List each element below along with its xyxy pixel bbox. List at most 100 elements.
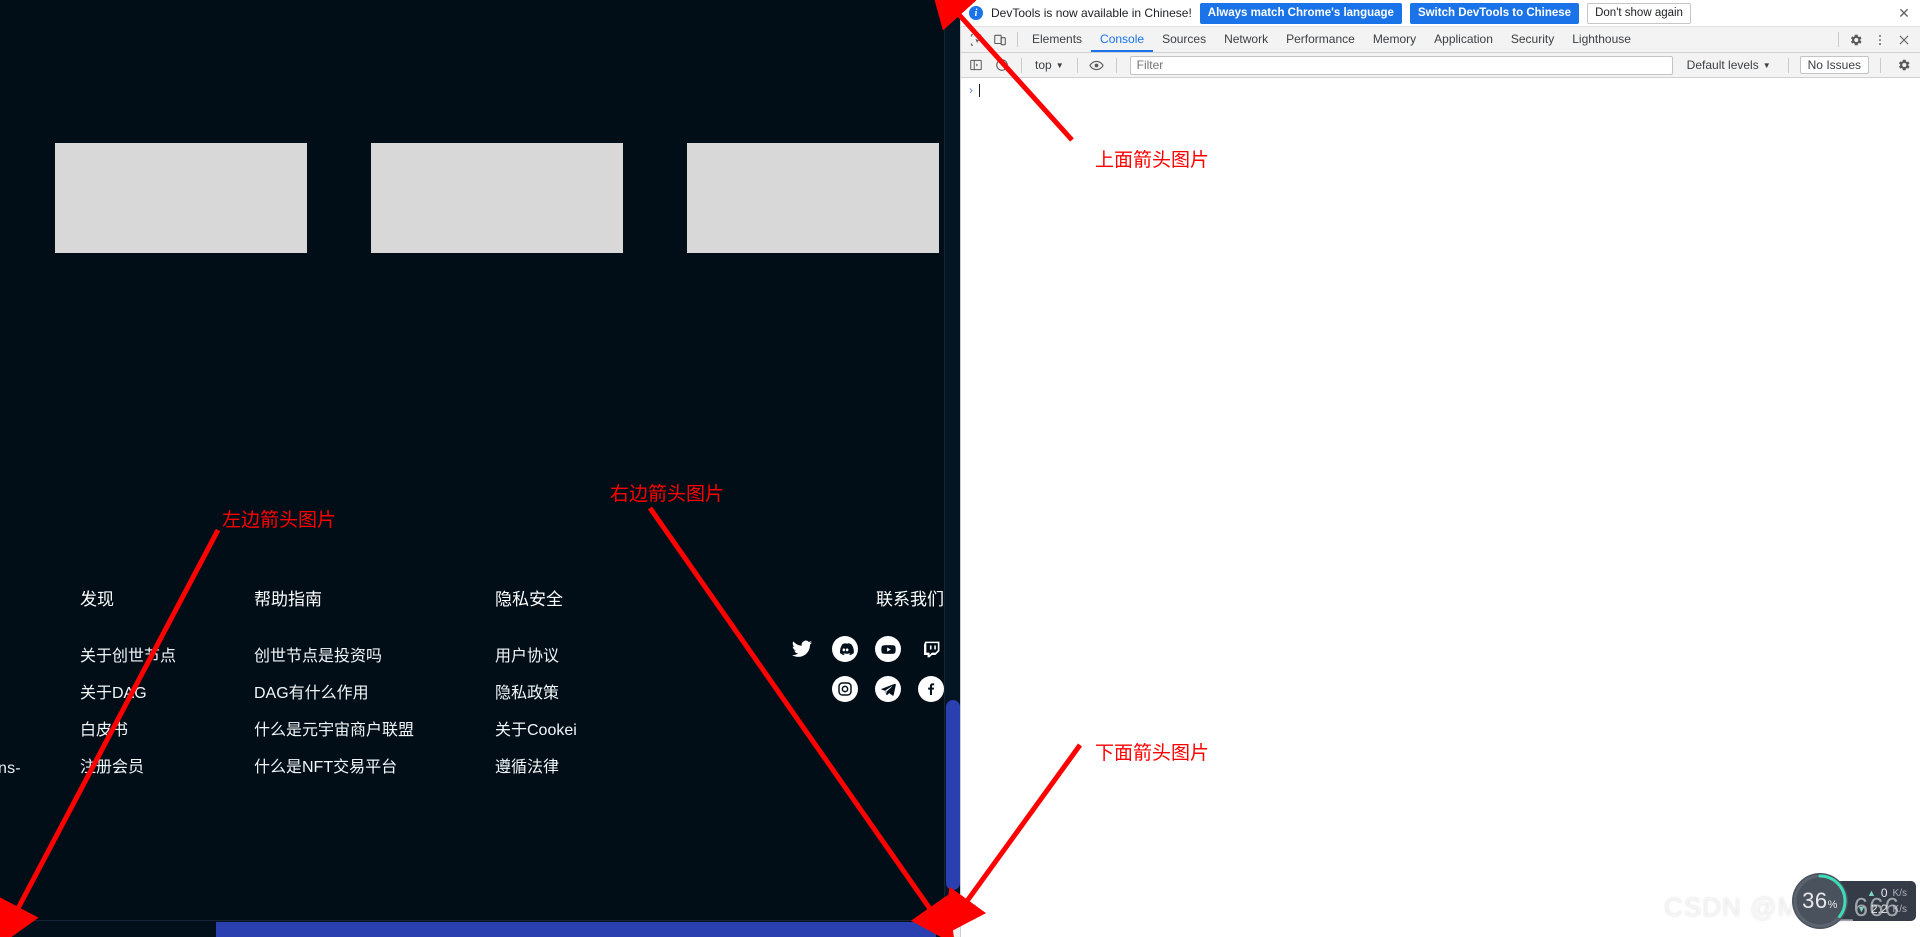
vertical-scrollbar-thumb[interactable] xyxy=(946,700,960,890)
kebab-menu-icon[interactable] xyxy=(1868,28,1892,52)
toolbar-divider xyxy=(1115,57,1117,73)
tab-performance[interactable]: Performance xyxy=(1277,27,1364,52)
console-output-area[interactable]: › xyxy=(961,78,1920,937)
footer-link[interactable]: DAG有什么作用 xyxy=(254,675,414,712)
live-expression-icon[interactable] xyxy=(1085,53,1109,77)
gear-icon[interactable] xyxy=(1844,28,1868,52)
social-icon-row-2 xyxy=(832,676,944,702)
devtools-tabbar: Elements Console Sources Network Perform… xyxy=(961,27,1920,53)
footer-link[interactable]: 隐私政策 xyxy=(495,675,577,712)
footer-link[interactable]: 关于Cookei xyxy=(495,712,577,749)
cpu-percent-unit: % xyxy=(1827,899,1838,911)
close-icon[interactable] xyxy=(1892,28,1916,52)
footer-column-help: 帮助指南 创世节点是投资吗 DAG有什么作用 什么是元宇宙商户联盟 什么是NFT… xyxy=(254,590,414,786)
telegram-icon[interactable] xyxy=(875,676,901,702)
inspect-element-icon[interactable] xyxy=(964,28,988,52)
footer-link-list: 用户协议 隐私政策 关于Cookei 遵循法律 xyxy=(495,638,577,786)
gear-icon[interactable] xyxy=(1892,53,1916,77)
always-match-language-button[interactable]: Always match Chrome's language xyxy=(1199,2,1402,24)
clear-console-icon[interactable] xyxy=(990,53,1014,77)
footer-link[interactable]: 创世节点是投资吗 xyxy=(254,638,414,675)
footer-link[interactable]: 关于DAG xyxy=(80,675,176,712)
image-placeholder-1[interactable] xyxy=(55,143,307,253)
screenshot-root: ns- 发现 关于创世节点 关于DAG 白皮书 注册会员 帮助指南 创世节点是投… xyxy=(0,0,1920,937)
cpu-percent-number: 36 xyxy=(1802,888,1828,913)
log-levels-selector[interactable]: Default levels ▼ xyxy=(1681,58,1777,72)
execution-context-selector[interactable]: top ▼ xyxy=(1029,58,1070,72)
page-vertical-scrollbar[interactable]: ▲ ▼ xyxy=(944,0,960,920)
dont-show-again-button[interactable]: Don't show again xyxy=(1587,2,1691,24)
footer-column-contact: 联系我们 xyxy=(700,590,944,702)
footer-link[interactable]: 注册会员 xyxy=(80,749,176,786)
toolbar-divider xyxy=(1787,57,1789,73)
footer-column-title: 联系我们 xyxy=(876,590,944,609)
console-text-caret xyxy=(979,83,980,97)
scroll-right-arrow-icon[interactable]: ▶ xyxy=(928,921,944,937)
watermark-text: CSDN @MFG_666 xyxy=(1664,892,1900,922)
tab-network[interactable]: Network xyxy=(1215,27,1277,52)
toolbar-divider xyxy=(1017,32,1018,47)
image-placeholder-2[interactable] xyxy=(371,143,623,253)
footer-columns: 发现 关于创世节点 关于DAG 白皮书 注册会员 帮助指南 创世节点是投资吗 D… xyxy=(0,590,944,800)
close-icon[interactable]: ✕ xyxy=(1894,5,1914,22)
discord-icon[interactable] xyxy=(832,636,858,662)
social-icon-grid xyxy=(700,636,944,702)
footer-column-title: 隐私安全 xyxy=(495,590,563,609)
horizontal-scrollbar-thumb[interactable] xyxy=(216,922,936,937)
tab-memory[interactable]: Memory xyxy=(1364,27,1425,52)
chevron-down-icon: ▼ xyxy=(1762,60,1771,70)
tab-sources[interactable]: Sources xyxy=(1153,27,1215,52)
scroll-left-arrow-icon[interactable]: ◀ xyxy=(0,921,16,937)
instagram-icon[interactable] xyxy=(832,676,858,702)
console-toolbar: top ▼ Default levels ▼ No Issues xyxy=(961,53,1920,78)
page-horizontal-scrollbar[interactable]: ◀ ▶ xyxy=(0,920,960,937)
toolbar-divider xyxy=(1838,32,1839,47)
toolbar-divider xyxy=(1880,57,1881,73)
social-icon-row-1 xyxy=(789,636,944,662)
tab-lighthouse[interactable]: Lighthouse xyxy=(1563,27,1640,52)
footer-link[interactable]: 什么是NFT交易平台 xyxy=(254,749,414,786)
scroll-down-arrow-icon[interactable]: ▼ xyxy=(945,904,960,920)
scrollbar-corner xyxy=(944,920,960,937)
footer-link[interactable]: 遵循法律 xyxy=(495,749,577,786)
footer-link[interactable]: 关于创世节点 xyxy=(80,638,176,675)
tab-console[interactable]: Console xyxy=(1091,27,1153,52)
console-sidebar-icon[interactable] xyxy=(964,53,988,77)
prompt-chevron-icon: › xyxy=(969,83,973,97)
footer-link[interactable]: 用户协议 xyxy=(495,638,577,675)
twitch-icon[interactable] xyxy=(918,636,944,662)
info-icon: i xyxy=(969,6,983,20)
image-placeholder-3[interactable] xyxy=(687,143,939,253)
console-toolbar-right: Default levels ▼ No Issues xyxy=(1681,53,1920,77)
switch-devtools-to-chinese-button[interactable]: Switch DevTools to Chinese xyxy=(1409,2,1580,24)
device-toolbar-icon[interactable] xyxy=(988,28,1012,52)
youtube-icon[interactable] xyxy=(875,636,901,662)
site-footer: 发现 关于创世节点 关于DAG 白皮书 注册会员 帮助指南 创世节点是投资吗 D… xyxy=(0,590,944,800)
footer-column-privacy: 隐私安全 用户协议 隐私政策 关于Cookei 遵循法律 xyxy=(495,590,577,786)
footer-column-title: 发现 xyxy=(80,590,114,609)
no-issues-button[interactable]: No Issues xyxy=(1799,56,1869,74)
tab-application[interactable]: Application xyxy=(1425,27,1502,52)
footer-link[interactable]: 什么是元宇宙商户联盟 xyxy=(254,712,414,749)
cpu-usage-ring[interactable]: 36% xyxy=(1792,873,1848,929)
devtools-infobar: i DevTools is now available in Chinese! … xyxy=(961,0,1920,27)
footer-link[interactable]: 白皮书 xyxy=(80,712,176,749)
tabbar-actions xyxy=(1833,28,1920,52)
tab-security[interactable]: Security xyxy=(1502,27,1563,52)
console-prompt-row[interactable]: › xyxy=(961,78,1920,98)
scroll-up-arrow-icon[interactable]: ▲ xyxy=(945,0,960,16)
footer-link-list: 关于创世节点 关于DAG 白皮书 注册会员 xyxy=(80,638,176,786)
footer-link-list: 创世节点是投资吗 DAG有什么作用 什么是元宇宙商户联盟 什么是NFT交易平台 xyxy=(254,638,414,786)
facebook-icon[interactable] xyxy=(918,676,944,702)
chevron-down-icon: ▼ xyxy=(1055,60,1064,70)
devtools-panel: i DevTools is now available in Chinese! … xyxy=(960,0,1920,937)
infobar-message: DevTools is now available in Chinese! xyxy=(991,6,1192,20)
footer-column-discover: 发现 关于创世节点 关于DAG 白皮书 注册会员 xyxy=(80,590,176,786)
twitter-icon[interactable] xyxy=(789,636,815,662)
toolbar-divider xyxy=(1076,57,1078,73)
page-content: ns- 发现 关于创世节点 关于DAG 白皮书 注册会员 帮助指南 创世节点是投… xyxy=(0,0,944,920)
console-filter-input[interactable] xyxy=(1129,55,1673,75)
footer-column-title: 帮助指南 xyxy=(254,590,322,609)
tab-elements[interactable]: Elements xyxy=(1023,27,1091,52)
placeholder-card-row xyxy=(0,143,944,253)
